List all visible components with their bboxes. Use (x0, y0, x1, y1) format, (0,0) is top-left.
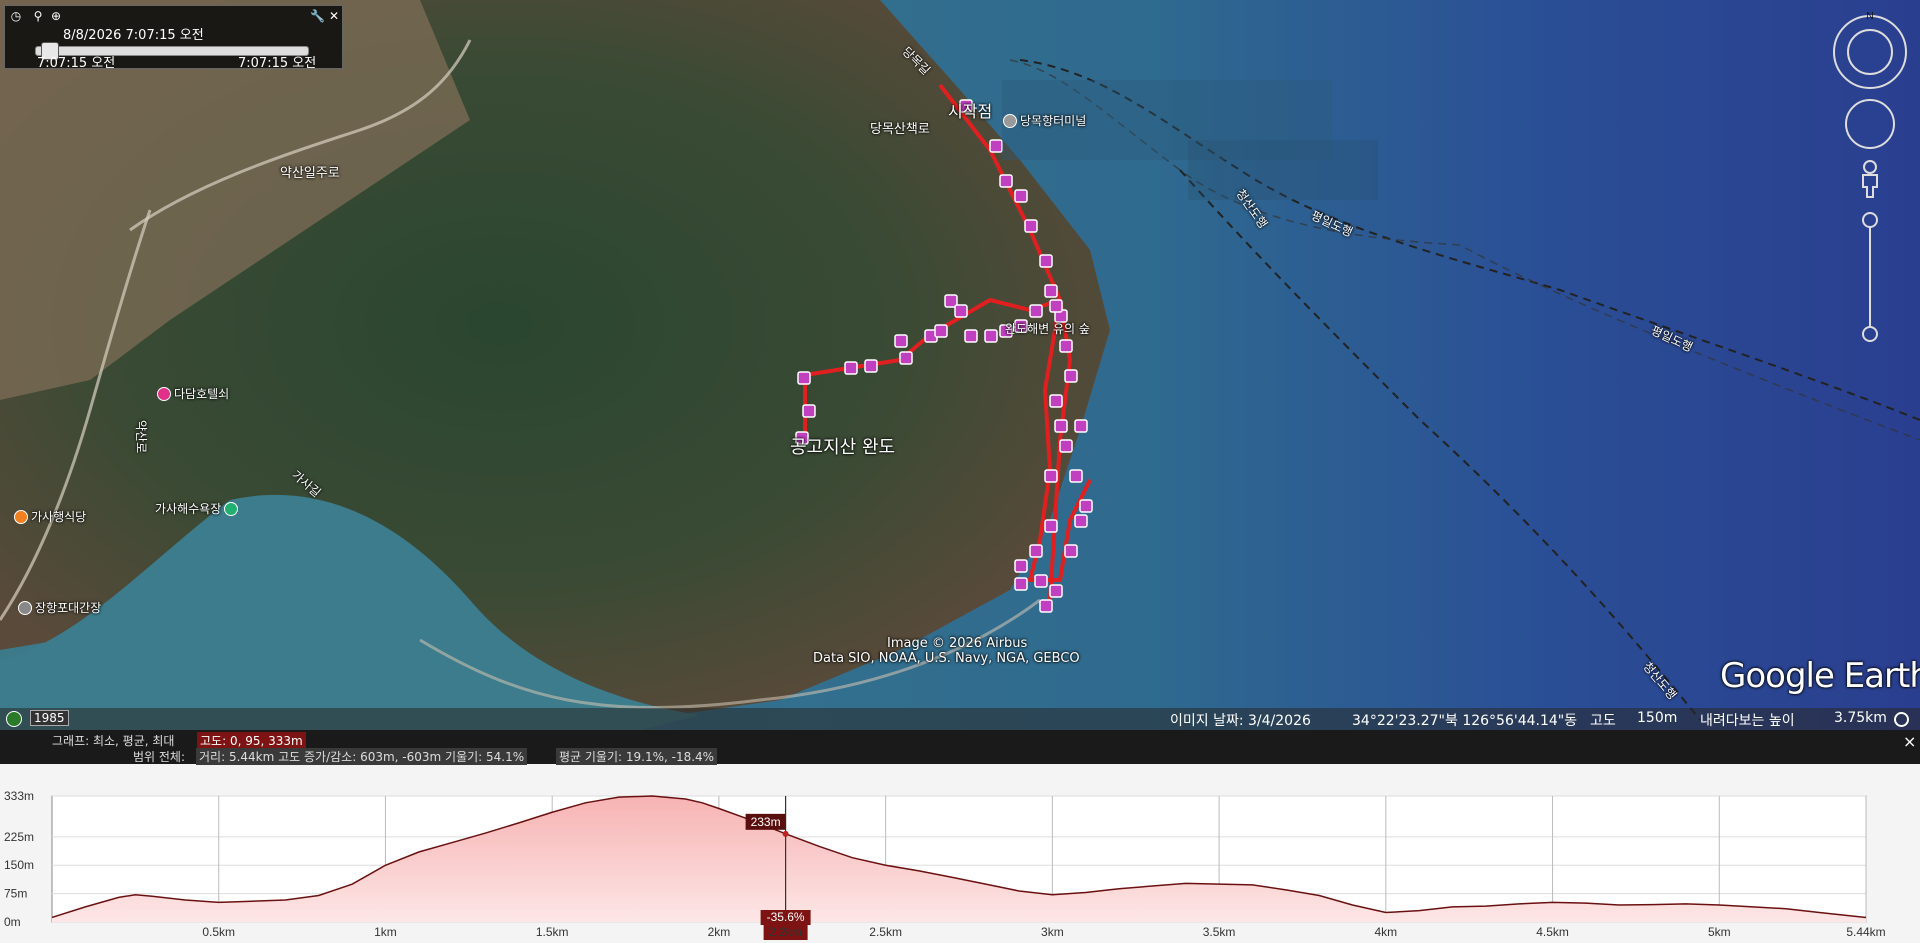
look-joystick[interactable] (1847, 29, 1893, 75)
street-view-pegman-icon[interactable] (1862, 160, 1878, 198)
average-slope[interactable]: 평균 기울기: 19.1%, -18.4% (556, 748, 718, 765)
x-tick-label: 3.5km (1203, 925, 1236, 939)
cursor-elevation-label: 233m (751, 815, 781, 829)
road-label: 약산일주로 (280, 166, 340, 181)
compass-north-icon: N (1866, 12, 1873, 22)
elevation-chart[interactable]: 333m 225m 150m 75m 0m 0.5km 1km 1.5km 2km 2.2km 2.… (0, 764, 1920, 943)
google-earth-logo: Google Earth (1720, 656, 1920, 696)
y-tick-label: 333m (4, 789, 34, 803)
end-time: 7:07:15 오전 (238, 56, 317, 71)
x-tick-label: 1km (374, 925, 397, 939)
y-tick-label: 150m (4, 858, 34, 872)
x-tick-label: 2.5km (869, 925, 902, 939)
eye-altitude-label: 내려다보는 높이 (1700, 713, 1795, 729)
x-tick-label: 2km (708, 925, 731, 939)
wrench-icon[interactable]: 🔧 (310, 9, 325, 23)
zoom-out-icon[interactable]: ⚲ (31, 9, 45, 23)
copyright-data: Data SIO, NOAA, U.S. Navy, NGA, GEBCO (813, 651, 1080, 666)
start-label: 시작점 (948, 102, 993, 121)
x-tick-label: 5.44km (1846, 925, 1885, 939)
pin-icon (18, 600, 32, 615)
x-tick-label: 3km (1041, 925, 1064, 939)
elevation-profile-panel: 그래프: 최소, 평균, 최대 고도: 0, 95, 333m 범위 전체: 거… (0, 730, 1920, 943)
status-bar: 1985 이미지 날짜: 3/4/2026 34°22'23.27"북 126°… (0, 708, 1920, 730)
restaurant-icon (14, 509, 28, 524)
y-tick-label: 75m (4, 887, 27, 901)
graph-value[interactable]: 고도: 0, 95, 333m (197, 732, 306, 749)
start-time: 7:07:15 오전 (37, 56, 116, 71)
copyright-imagery: Image © 2026 Airbus (887, 636, 1028, 651)
altitude-label: 고도 (1590, 713, 1616, 729)
streaming-indicator-icon (1894, 712, 1909, 727)
peak-label: 공고지산 완도 (790, 437, 896, 458)
clock-icon[interactable]: ◷ (9, 9, 23, 23)
close-icon[interactable]: × (1903, 732, 1916, 751)
zoom-in-icon[interactable]: ⊕ (49, 9, 63, 23)
poi-path-label: 당목산책로 (870, 122, 930, 137)
x-tick-label: 0.5km (202, 925, 235, 939)
poi-restaurant[interactable]: 가사행식당 (14, 508, 86, 525)
poi-terminal[interactable]: 당목항터미널 (1003, 112, 1086, 129)
pin-icon (1003, 113, 1017, 128)
compass-ring[interactable] (1833, 15, 1907, 89)
year-badge[interactable]: 1985 (30, 710, 69, 726)
trail-label: 완도해변 유의 숲 (1005, 322, 1090, 336)
historical-imagery-icon[interactable] (6, 711, 22, 727)
x-tick-label: 2.2km (769, 925, 802, 939)
map-view[interactable]: 공고지산 완도 완도해변 유의 숲 당목항터미널 당목산책로 시작점 약산일주로… (0, 0, 1920, 730)
image-date: 이미지 날짜: 3/4/2026 (1170, 713, 1311, 729)
altitude-value: 150m (1637, 710, 1678, 726)
zoom-slider[interactable] (1862, 212, 1878, 342)
time-slider-panel: ◷ ⚲ ⊕ 🔧 ✕ 8/8/2026 7:07:15 오전 7:07:15 오전… (4, 5, 343, 71)
poi-hotel[interactable]: 다담호텔쇠 (157, 385, 229, 402)
close-icon[interactable]: ✕ (327, 9, 341, 23)
current-datetime: 8/8/2026 7:07:15 오전 (63, 28, 204, 43)
poi-beach[interactable]: 가사해수욕장 (155, 500, 239, 517)
x-tick-label: 5km (1708, 925, 1731, 939)
cursor-point (782, 830, 789, 837)
poi-store[interactable]: 장항포대간장 (18, 599, 101, 616)
y-tick-label: 225m (4, 830, 34, 844)
profile-header: 그래프: 최소, 평균, 최대 고도: 0, 95, 333m 범위 전체: 거… (0, 730, 1920, 765)
x-tick-label: 4.5km (1536, 925, 1569, 939)
x-tick-label: 4km (1374, 925, 1397, 939)
cursor-slope-label: -35.6% (767, 910, 805, 924)
x-tick-label: 1.5km (536, 925, 569, 939)
eye-altitude-value: 3.75km (1834, 710, 1887, 726)
move-joystick[interactable] (1845, 99, 1895, 149)
graph-label: 그래프: 최소, 평균, 최대 (52, 734, 175, 748)
navigation-controls: N (1832, 11, 1908, 352)
range-label: 범위 전체: (133, 750, 186, 764)
beach-icon (224, 501, 239, 516)
coordinates: 34°22'23.27"북 126°56'44.14"동 (1352, 713, 1578, 729)
range-stats[interactable]: 거리: 5.44km 고도 증가/감소: 603m, -603m 기울기: 54… (196, 748, 528, 765)
y-tick-label: 0m (4, 915, 21, 929)
road-vertical-label: 약산로 (134, 420, 148, 454)
hotel-icon (157, 386, 171, 401)
